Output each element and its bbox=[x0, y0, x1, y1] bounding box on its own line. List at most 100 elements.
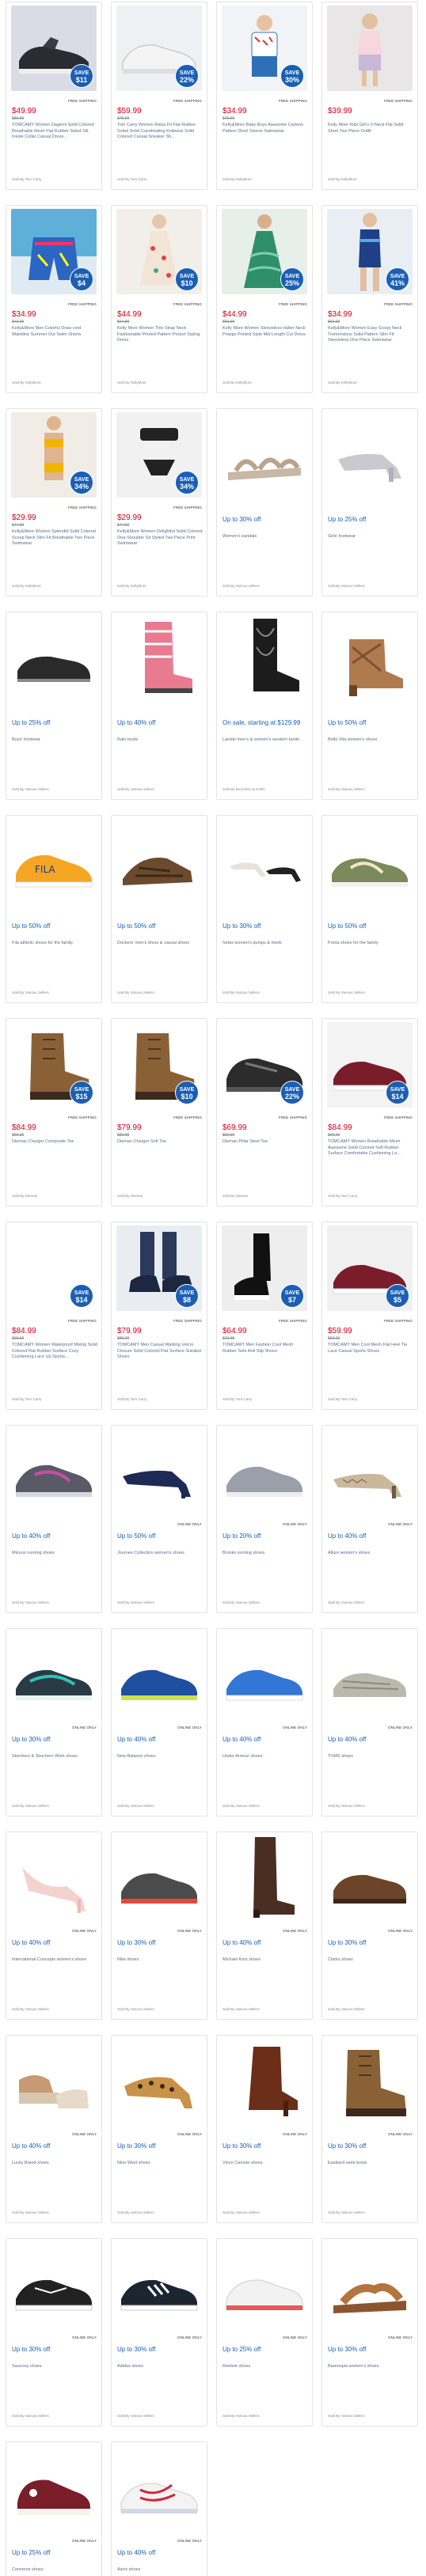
product-card[interactable]: ONLINE ONLY Up to 30% off Eastland work bo… bbox=[321, 2035, 418, 2223]
product-title-link[interactable]: TOMCAMY Women Waterproof Mixing Solid Co… bbox=[12, 1343, 97, 1361]
product-image[interactable] bbox=[116, 616, 202, 701]
product-card[interactable]: On sale, starting at $129.99 Laredo men's… bbox=[216, 612, 313, 800]
deal-title-link[interactable]: New Balance shoes bbox=[117, 1754, 203, 1760]
product-card[interactable]: ONLINE ONLY Up to 30% off Nine West shoes S… bbox=[111, 2035, 207, 2223]
product-image[interactable] bbox=[116, 1632, 202, 1718]
product-image[interactable] bbox=[11, 2242, 97, 2328]
deal-title-link[interactable]: Michael Kors shoes bbox=[223, 1957, 308, 1964]
deal-title-link[interactable]: Journee Collection women's shoes bbox=[117, 1551, 203, 1557]
product-title-link[interactable]: Kelly&More Women Splendid Solid Colored … bbox=[12, 529, 97, 547]
product-image[interactable] bbox=[222, 412, 307, 498]
product-image[interactable] bbox=[327, 1429, 413, 1514]
product-card[interactable]: Up to 25% off Boys' footwear Sold By Vario… bbox=[6, 612, 102, 800]
product-card[interactable]: ONLINE ONLY Up to 25% off Reebok shoes Sold… bbox=[216, 2238, 313, 2426]
product-card[interactable]: SAVE 22% FREE SHIPPING $59.99 $79.99 Tom Carr… bbox=[111, 2, 207, 190]
deal-title-link[interactable]: Reebok shoes bbox=[223, 2364, 308, 2370]
product-image[interactable] bbox=[327, 412, 413, 498]
product-card[interactable]: SAVE 22% FREE SHIPPING $69.99 $89.99 Dieman P… bbox=[216, 1018, 313, 1207]
product-image[interactable] bbox=[116, 2242, 202, 2328]
product-image[interactable] bbox=[116, 1835, 202, 1921]
deal-title-link[interactable]: Nike shoes bbox=[117, 1957, 203, 1964]
deal-title-link[interactable]: Vince Camuto shoes bbox=[223, 2161, 308, 2167]
product-card[interactable]: FREE SHIPPING $39.99 Kelly More Kids Girl'… bbox=[321, 2, 418, 190]
product-card[interactable]: ONLINE ONLY Up to 40% off TOMS shoes Sold B… bbox=[321, 1628, 418, 1816]
deal-title-link[interactable]: Fila athletic shoes for the family bbox=[12, 941, 97, 947]
product-card[interactable]: SAVE $10 FREE SHIPPING $79.99 $89.99 Dieman C… bbox=[111, 1018, 207, 1207]
product-image[interactable] bbox=[116, 2039, 202, 2124]
product-card[interactable]: ONLINE ONLY Up to 30% off Saucony shoes Sol… bbox=[6, 2238, 102, 2426]
product-image[interactable] bbox=[11, 616, 97, 701]
product-image[interactable]: FILA bbox=[11, 819, 97, 904]
product-card[interactable]: SAVE $11 FREE SHIPPING $49.99 $89.99 TOMCAMY … bbox=[6, 2, 102, 190]
product-title-link[interactable]: Kelly&More Women Easy Scoop Neck Tremend… bbox=[328, 326, 413, 344]
product-title-link[interactable]: Kelly More Women Thin Strap Neck Fashion… bbox=[117, 326, 203, 344]
deal-title-link[interactable]: Puma shoes for the family bbox=[328, 941, 413, 947]
product-card[interactable]: SAVE 34% FREE SHIPPING $29.99 $44.99 Kelly&Mo… bbox=[6, 408, 102, 597]
product-card[interactable]: SAVE $10 FREE SHIPPING $44.99 $64.99 Kelly Mo… bbox=[111, 205, 207, 393]
deal-title-link[interactable]: Saucony shoes bbox=[12, 2364, 97, 2370]
deal-title-link[interactable]: Brooks running shoes bbox=[223, 1551, 308, 1557]
product-title-link[interactable]: Kelly More Women Sleeveless Halter Neck … bbox=[223, 326, 308, 338]
product-card[interactable]: Up to 50% off Dockers' men's dress & casu… bbox=[111, 815, 207, 1003]
product-card[interactable]: Up to 30% off Women's sandals Sold By Vari… bbox=[216, 408, 313, 597]
product-card[interactable]: Up to 25% off Girls' footwear Sold By Vari… bbox=[321, 408, 418, 597]
product-card[interactable]: SAVE 30% FREE SHIPPING $34.99 $49.99 Kelly&Mo… bbox=[216, 2, 313, 190]
product-card[interactable]: ONLINE ONLYUp to 25% offConverse shoesSo… bbox=[6, 2442, 102, 2576]
product-card[interactable]: SAVE $5 FREE SHIPPING $59.99 $69.99 TOMCAMY M… bbox=[321, 1222, 418, 1410]
deal-title-link[interactable]: Skechers & Skechers Work shoes bbox=[12, 1754, 97, 1760]
product-card[interactable]: SAVE $14 FREE SHIPPING $84.99 $99.99 TOMCAMY … bbox=[321, 1018, 418, 1207]
product-image[interactable] bbox=[327, 2039, 413, 2124]
product-card[interactable]: ONLINE ONLY Up to 40% off Michael Kors sho… bbox=[216, 1832, 313, 2020]
product-card[interactable]: ONLINE ONLY Up to 40% off New Balance shoe… bbox=[111, 1628, 207, 1816]
product-image[interactable] bbox=[11, 2445, 97, 2531]
product-card[interactable]: ONLINE ONLY Up to 30% off Clarks shoes Sold… bbox=[321, 1832, 418, 2020]
product-card[interactable]: Up to 30% off Seles women's pumps & heels… bbox=[216, 815, 313, 1003]
deal-title-link[interactable]: Laredo men's & women's western boots bbox=[223, 737, 308, 744]
product-card[interactable]: SAVE 25% FREE SHIPPING $44.99 $59.99 Kelly Mo… bbox=[216, 205, 313, 393]
deal-title-link[interactable]: Mizuno running shoes bbox=[12, 1551, 97, 1557]
deal-title-link[interactable]: Seles women's pumps & heels bbox=[223, 941, 308, 947]
product-card[interactable]: ONLINE ONLY Up to 30% off Vince Camuto sho… bbox=[216, 2035, 313, 2223]
product-image[interactable] bbox=[116, 1429, 202, 1514]
deal-title-link[interactable]: Bella Vita women's shoes bbox=[328, 737, 413, 744]
product-card[interactable]: ONLINE ONLY Up to 40% off Allure women's s… bbox=[321, 1425, 418, 1613]
product-title-link[interactable]: TOMCAMY Women Dagerni Solid Colored Brea… bbox=[12, 123, 97, 141]
deal-title-link[interactable]: Adidas shoes bbox=[117, 2364, 203, 2370]
product-image[interactable] bbox=[222, 2242, 307, 2328]
product-image[interactable] bbox=[116, 2445, 202, 2531]
product-image[interactable] bbox=[222, 1429, 307, 1514]
product-card[interactable]: ONLINE ONLY Up to 30% off Barenopia women'… bbox=[321, 2238, 418, 2426]
product-card[interactable]: ONLINE ONLY Up to 40% off International Co… bbox=[6, 1832, 102, 2020]
product-card[interactable]: Up to 50% off Bella Vita women's shoes Sol… bbox=[321, 612, 418, 800]
product-card[interactable]: SAVE 34% FREE SHIPPING $29.99 $44.99 Kelly&Mo… bbox=[111, 408, 207, 597]
product-card[interactable]: ONLINE ONLY Up to 50% off Journee Collecti… bbox=[111, 1425, 207, 1613]
product-title-link[interactable]: Kelly&More Women Delightful Solid Colore… bbox=[117, 529, 203, 547]
product-title-link[interactable]: TOMCAMY Men Casual Walking Velcro Closur… bbox=[117, 1343, 203, 1361]
product-image[interactable] bbox=[11, 1429, 97, 1514]
product-title-link[interactable]: Dieman Charger Composite Toe bbox=[12, 1139, 97, 1146]
deal-title-link[interactable]: Women's sandals bbox=[223, 534, 308, 540]
product-title-link[interactable]: TOMCAMY Men Fashion Cool Mesh Rubber Sol… bbox=[223, 1343, 308, 1354]
product-card[interactable]: ONLINE ONLY Up to 20% off Brooks running s… bbox=[216, 1425, 313, 1613]
product-card[interactable]: ONLINE ONLY Up to 40% off Lucky Brand shoe… bbox=[6, 2035, 102, 2223]
deal-title-link[interactable]: Allure women's shoes bbox=[328, 1551, 413, 1557]
product-image[interactable] bbox=[327, 1632, 413, 1718]
product-card[interactable]: ONLINE ONLYUp to 40% offAsics shoesSold … bbox=[111, 2442, 207, 2576]
product-title-link[interactable]: Kelly&More Baby Boys Awesome Cartoon Pat… bbox=[223, 123, 308, 134]
product-image[interactable] bbox=[222, 1632, 307, 1718]
product-card[interactable]: ONLINE ONLY Up to 30% off Nike shoes Sold B… bbox=[111, 1832, 207, 2020]
product-image[interactable] bbox=[327, 819, 413, 904]
deal-title-link[interactable]: Rain boots bbox=[117, 737, 203, 744]
deal-title-link[interactable]: Converse shoes bbox=[12, 2567, 97, 2574]
product-title-link[interactable]: Kelly&More Men Colorful Draw cord Waistl… bbox=[12, 326, 97, 338]
product-card[interactable]: ONLINE ONLY Up to 40% off Under Armour sho… bbox=[216, 1628, 313, 1816]
product-title-link[interactable]: Kelly More Kids Girl's V-Neck Flip Solid… bbox=[328, 123, 413, 134]
product-image[interactable] bbox=[222, 819, 307, 904]
product-card[interactable]: ONLINE ONLY Up to 30% off Adidas shoes Sold… bbox=[111, 2238, 207, 2426]
product-image[interactable] bbox=[11, 1632, 97, 1718]
deal-title-link[interactable]: International Concepts women's shoes bbox=[12, 1957, 97, 1964]
product-image[interactable] bbox=[222, 616, 307, 701]
deal-title-link[interactable]: Nine West shoes bbox=[117, 2161, 203, 2167]
product-title-link[interactable]: TOMCAMY Men Cool Mesh Flat Heel Tie Lace… bbox=[328, 1343, 413, 1354]
product-image[interactable] bbox=[11, 2039, 97, 2124]
